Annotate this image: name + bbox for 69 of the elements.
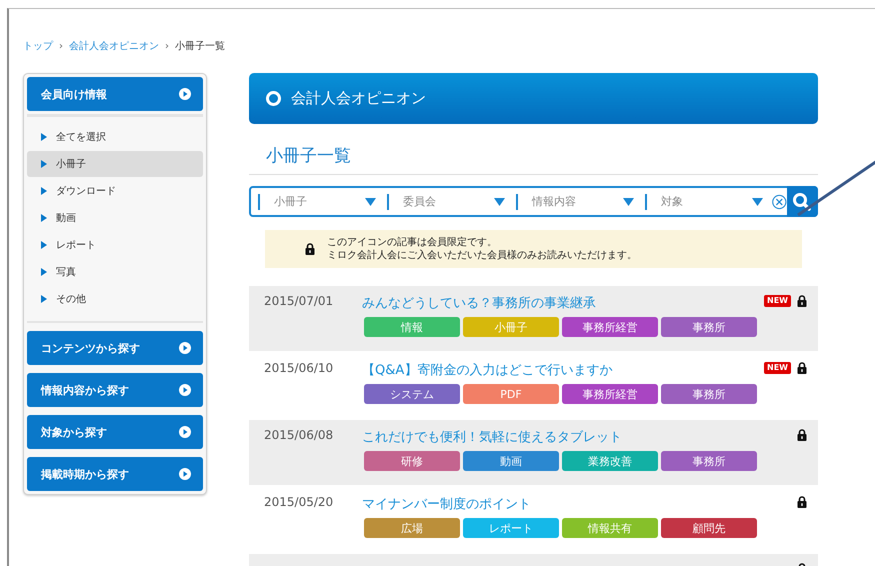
- triangle-icon: [41, 214, 47, 222]
- category-tag[interactable]: 業務改善: [562, 451, 658, 471]
- category-tag[interactable]: 事務所経営: [562, 384, 658, 404]
- article-date: 2015/06/08: [264, 427, 334, 444]
- play-circle-icon: [179, 468, 191, 480]
- sidebar-section-button[interactable]: 対象から探す: [27, 415, 203, 449]
- caret-icon: [752, 198, 763, 206]
- breadcrumb-separator: ›: [165, 40, 169, 52]
- category-tag[interactable]: 顧問先: [661, 518, 757, 538]
- lock-icon: [305, 243, 315, 255]
- article-date: 2015/06/10: [264, 360, 334, 377]
- article-date: 2015/07/01: [264, 293, 334, 310]
- ring-icon: [266, 91, 281, 106]
- category-tag[interactable]: PDF: [463, 384, 559, 404]
- sidebar-item[interactable]: その他: [27, 286, 203, 312]
- new-badge: NEW: [764, 362, 791, 374]
- caret-icon: [623, 198, 634, 206]
- banner-title: 会計人会オピニオン: [291, 89, 426, 108]
- sidebar-item[interactable]: ダウンロード: [27, 178, 203, 204]
- sidebar-item[interactable]: 全てを選択: [27, 124, 203, 150]
- sidebar-item[interactable]: レポート: [27, 232, 203, 258]
- category-tag[interactable]: 事務所経営: [562, 317, 658, 337]
- play-circle-icon: [179, 342, 191, 354]
- article-title-link[interactable]: マイナンバー制度のポイント: [362, 497, 531, 512]
- category-tag[interactable]: 研修: [364, 451, 460, 471]
- triangle-icon: [41, 241, 47, 249]
- notice-text: このアイコンの記事は会員限定です。: [327, 236, 498, 249]
- article-title-link[interactable]: みんなどうしている？事務所の事業継承: [362, 296, 596, 311]
- filter-dropdown[interactable]: 対象: [645, 194, 768, 210]
- breadcrumb-link[interactable]: トップ: [23, 39, 53, 53]
- play-circle-icon: [179, 88, 191, 100]
- caret-icon: [365, 198, 376, 206]
- sidebar-section-button[interactable]: 情報内容から探す: [27, 373, 203, 407]
- category-tag[interactable]: 事務所: [661, 384, 757, 404]
- category-tag[interactable]: 情報: [364, 317, 460, 337]
- sidebar-section-button[interactable]: コンテンツから探す: [27, 331, 203, 365]
- filter-dropdown[interactable]: 情報内容: [516, 194, 639, 210]
- breadcrumb-current: 小冊子一覧: [175, 40, 225, 53]
- triangle-icon: [41, 268, 47, 276]
- category-tag[interactable]: システム: [364, 384, 460, 404]
- article-title-link[interactable]: これだけでも便利！気軽に使えるタブレット: [362, 430, 622, 445]
- page-title: 小冊子一覧: [249, 144, 818, 175]
- category-tag[interactable]: 事務所: [661, 451, 757, 471]
- triangle-icon: [41, 133, 47, 141]
- notice-text: ミロク会計人会にご入会いただいた会員様のみお読みいただけます。: [327, 249, 637, 262]
- filter-dropdown[interactable]: 委員会: [387, 194, 510, 210]
- caret-icon: [494, 198, 505, 206]
- triangle-icon: [41, 295, 47, 303]
- category-tag[interactable]: 動画: [463, 451, 559, 471]
- sidebar-section-button[interactable]: 掲載時期から探す: [27, 457, 203, 491]
- filter-dropdown[interactable]: 小冊子: [258, 194, 381, 210]
- sidebar-section-button[interactable]: 会員向け情報: [27, 77, 203, 111]
- article-date: 2015/05/20: [264, 494, 334, 511]
- play-circle-icon: [179, 384, 191, 396]
- triangle-icon: [41, 160, 47, 168]
- sidebar-item[interactable]: 写真: [27, 259, 203, 285]
- triangle-icon: [41, 187, 47, 195]
- play-circle-icon: [179, 426, 191, 438]
- search-icon: [792, 192, 812, 212]
- new-badge: NEW: [764, 295, 791, 307]
- category-tag[interactable]: レポート: [463, 518, 559, 538]
- sidebar-item[interactable]: 動画: [27, 205, 203, 231]
- category-tag[interactable]: 事務所: [661, 317, 757, 337]
- category-tag[interactable]: 広場: [364, 518, 460, 538]
- article-title-link[interactable]: 【Q&A】寄附金の入力はどこで行いますか: [362, 363, 612, 378]
- breadcrumb-separator: ›: [59, 40, 63, 52]
- breadcrumb-link[interactable]: 会計人会オピニオン: [69, 39, 159, 53]
- sidebar-item[interactable]: 小冊子: [27, 151, 203, 177]
- search-button[interactable]: [786, 186, 818, 217]
